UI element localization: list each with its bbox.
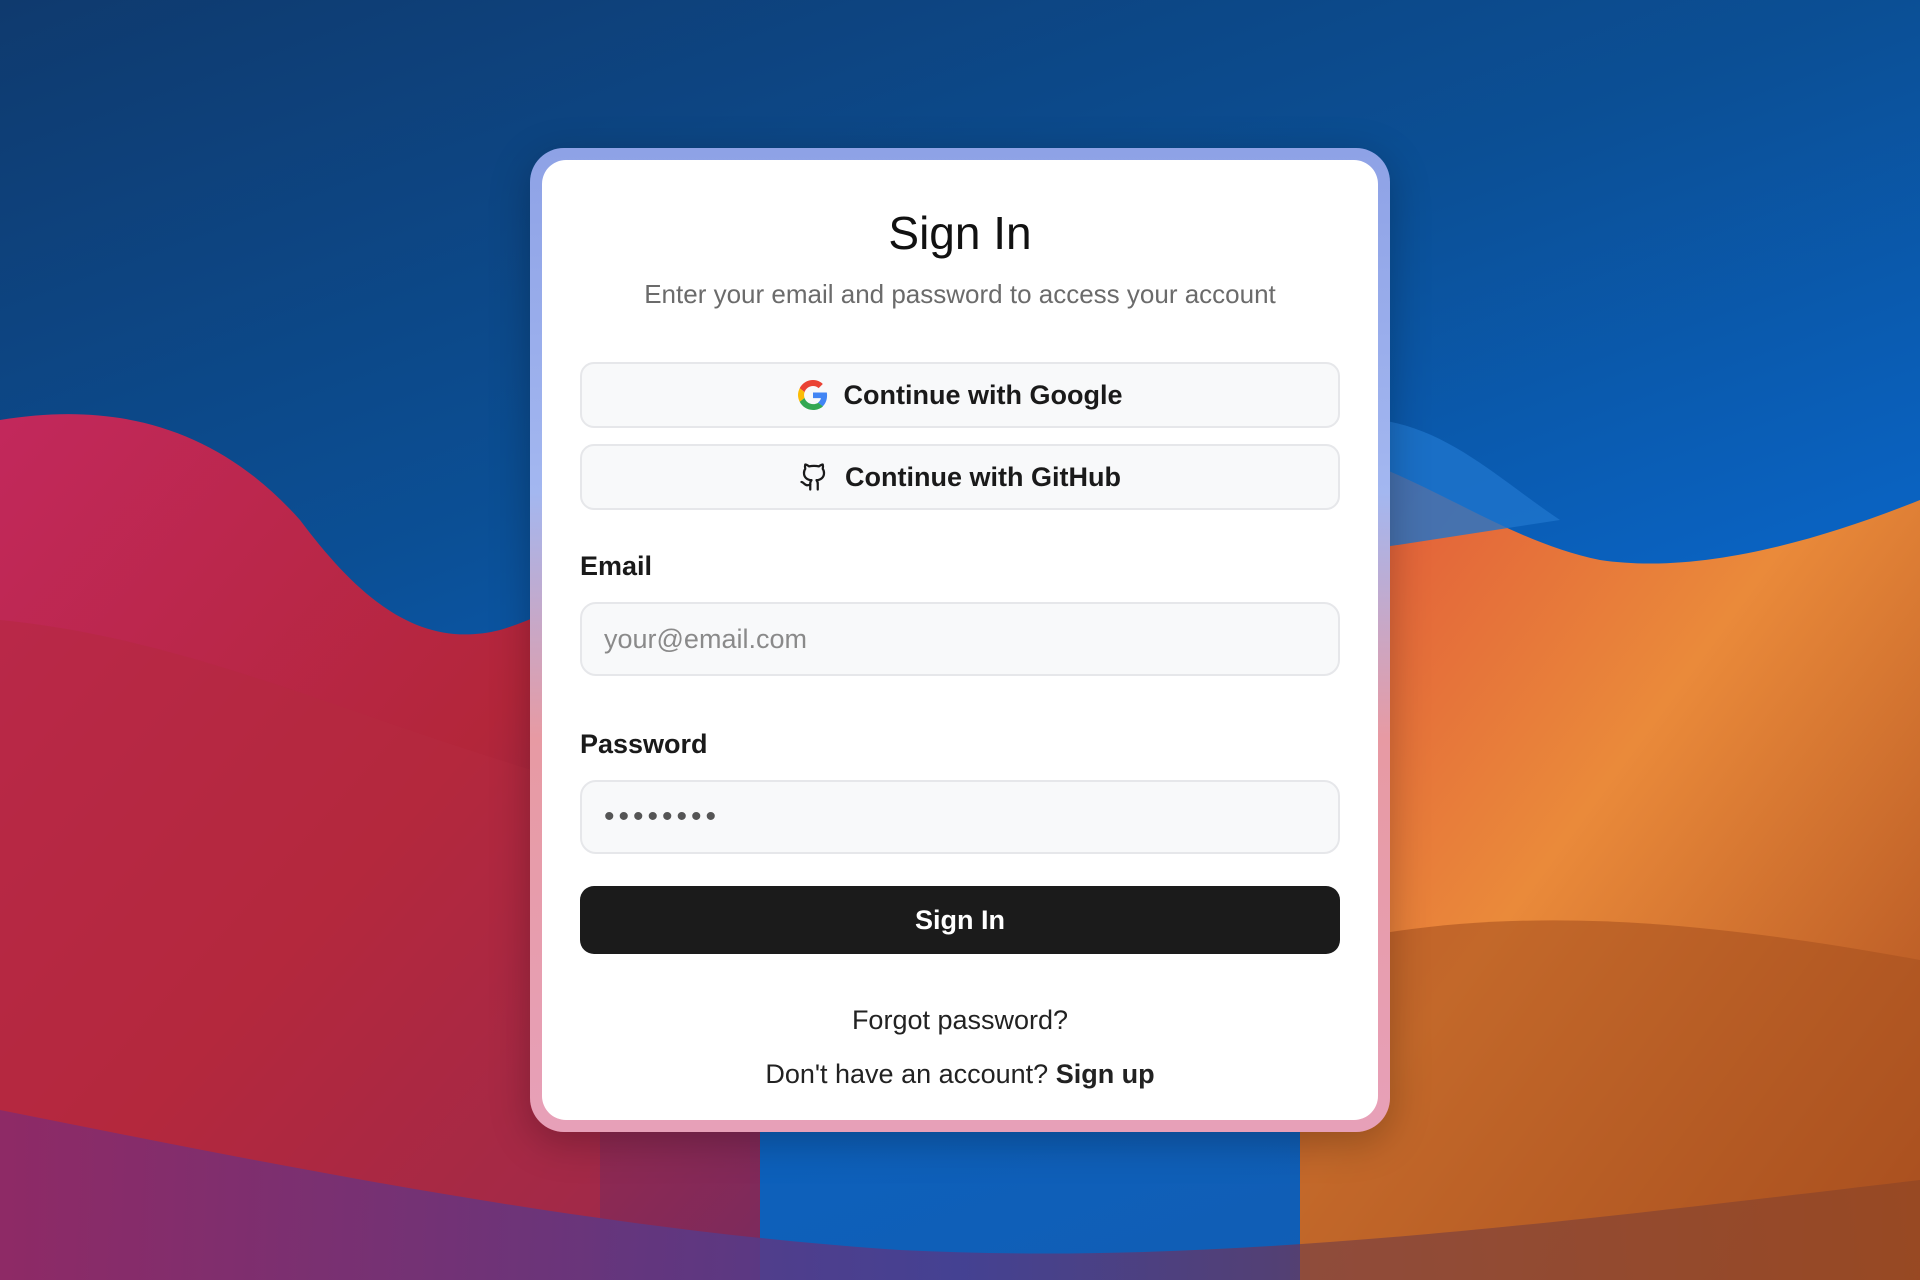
- password-field[interactable]: [580, 780, 1340, 854]
- google-signin-button[interactable]: Continue with Google: [580, 362, 1340, 428]
- forgot-password-link[interactable]: Forgot password?: [580, 1002, 1340, 1038]
- password-label: Password: [580, 729, 708, 759]
- signup-link[interactable]: Sign up: [1056, 1059, 1155, 1089]
- page-subtitle: Enter your email and password to access …: [644, 279, 1276, 309]
- page-title: Sign In: [888, 207, 1032, 259]
- signin-button[interactable]: Sign In: [580, 886, 1340, 954]
- signin-card: Sign In Enter your email and password to…: [542, 160, 1378, 1120]
- github-signin-button[interactable]: Continue with GitHub: [580, 444, 1340, 510]
- email-label: Email: [580, 551, 653, 581]
- signup-prompt-text: Don't have an account?: [765, 1059, 1056, 1089]
- google-button-label: Continue with Google: [843, 379, 1123, 410]
- signin-card-frame: Sign In Enter your email and password to…: [530, 148, 1390, 1132]
- signup-prompt: Don't have an account? Sign up: [580, 1056, 1340, 1092]
- github-button-label: Continue with GitHub: [845, 461, 1121, 492]
- email-field[interactable]: [580, 602, 1340, 676]
- github-icon: [799, 462, 829, 492]
- google-icon: [797, 380, 828, 410]
